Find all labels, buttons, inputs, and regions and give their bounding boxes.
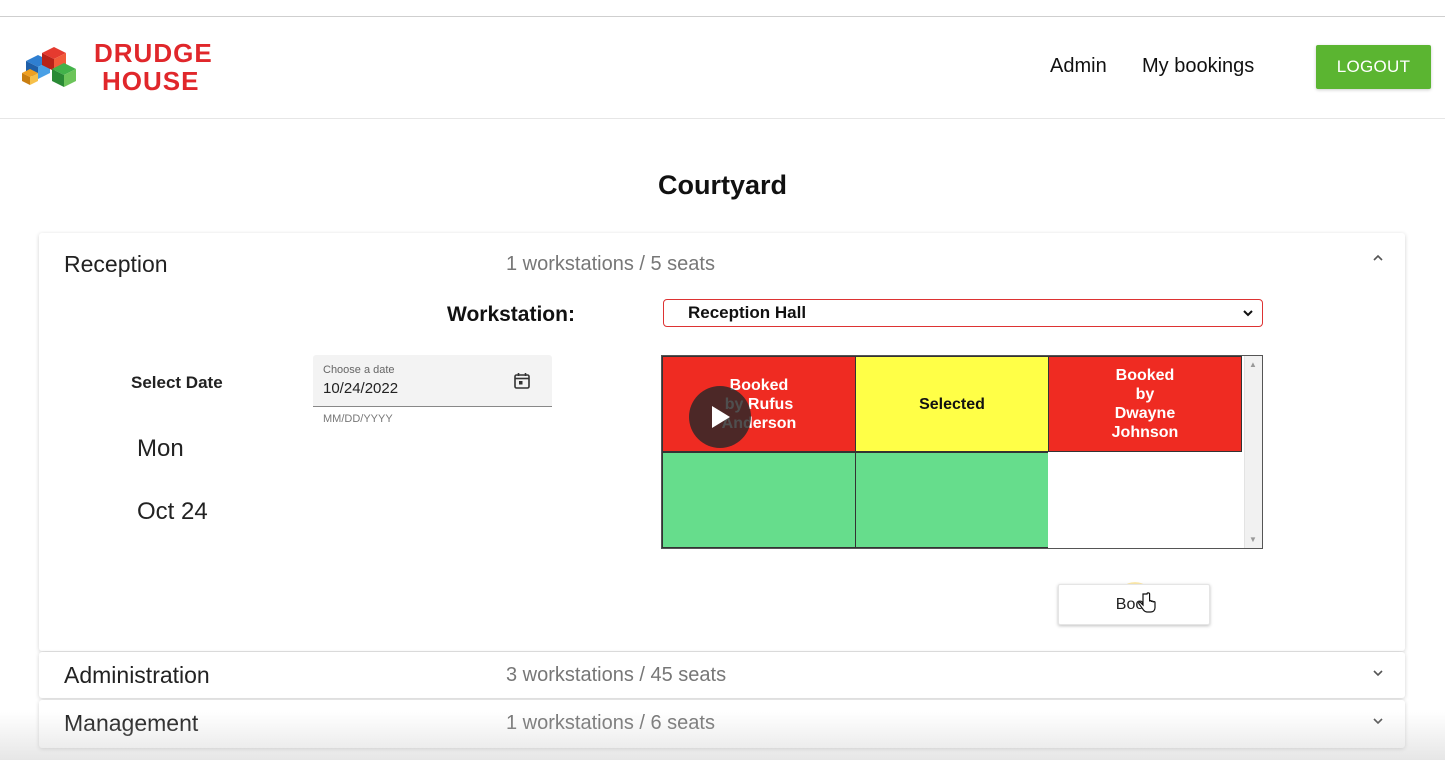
navbar: DRUDGE HOUSE Admin My bookings LOGOUT [0, 17, 1445, 119]
logout-button[interactable]: LOGOUT [1316, 45, 1431, 89]
seat-cell[interactable] [662, 452, 856, 548]
section-administration[interactable]: Administration 3 workstations / 45 seats [39, 652, 1405, 698]
date-format-hint: MM/DD/YYYY [323, 413, 393, 425]
workstation-label: Workstation: [447, 303, 575, 326]
video-play-button[interactable] [689, 386, 751, 448]
date-field-label: Choose a date [323, 364, 395, 376]
select-date-label: Select Date [131, 373, 223, 392]
seat-cell[interactable]: Booked by Dwayne Johnson [1048, 356, 1242, 452]
section-name: Administration [64, 662, 210, 688]
selected-day-name: Mon [137, 435, 184, 462]
brand-line-2: HOUSE [102, 66, 200, 96]
workstation-select-value: Reception Hall [688, 303, 807, 322]
section-management[interactable]: Management 1 workstations / 6 seats [39, 700, 1405, 748]
seat-grid: Booked by Rufus Anderson Selected Booked… [661, 355, 1263, 549]
play-icon [712, 406, 730, 428]
date-field-value: 10/24/2022 [323, 380, 399, 397]
seat-cell[interactable]: Selected [855, 356, 1049, 452]
book-button[interactable]: Book [1058, 584, 1210, 625]
section-summary: 1 workstations / 5 seats [506, 253, 715, 275]
chevron-down-icon [1243, 310, 1253, 317]
chevron-down-icon[interactable] [1371, 666, 1385, 680]
section-reception: Reception 1 workstations / 5 seats Works… [39, 233, 1405, 651]
section-summary: 3 workstations / 45 seats [506, 664, 727, 686]
section-summary: 1 workstations / 6 seats [506, 712, 715, 734]
seat-grid-scrollbar[interactable]: ▲ ▼ [1244, 356, 1262, 548]
scroll-down-icon[interactable]: ▼ [1249, 535, 1257, 544]
chevron-up-icon[interactable] [1371, 251, 1385, 265]
date-picker-field[interactable]: Choose a date 10/24/2022 [313, 355, 552, 407]
selected-day-date: Oct 24 [137, 498, 208, 525]
brand-line-1: DRUDGE [94, 38, 213, 68]
hand-cursor-icon [1138, 592, 1156, 613]
scroll-up-icon[interactable]: ▲ [1249, 360, 1257, 369]
seat-cell-empty [1048, 452, 1242, 548]
seat-label: Booked by Dwayne Johnson [1111, 367, 1179, 441]
page-title: Courtyard [657, 170, 787, 200]
section-name: Reception [64, 251, 168, 277]
calendar-icon[interactable] [513, 372, 531, 390]
brand-logo[interactable]: DRUDGE HOUSE [20, 39, 220, 99]
chevron-down-icon[interactable] [1371, 714, 1385, 728]
brand-name: DRUDGE HOUSE [94, 39, 213, 95]
workstation-select[interactable]: Reception Hall [663, 299, 1263, 327]
seat-cell[interactable] [855, 452, 1049, 548]
seat-label: Selected [919, 395, 985, 413]
logo-cubes-icon [22, 47, 76, 87]
nav-my-bookings-link[interactable]: My bookings [1142, 55, 1254, 78]
nav-admin-link[interactable]: Admin [1050, 55, 1107, 78]
section-name: Management [64, 710, 199, 736]
